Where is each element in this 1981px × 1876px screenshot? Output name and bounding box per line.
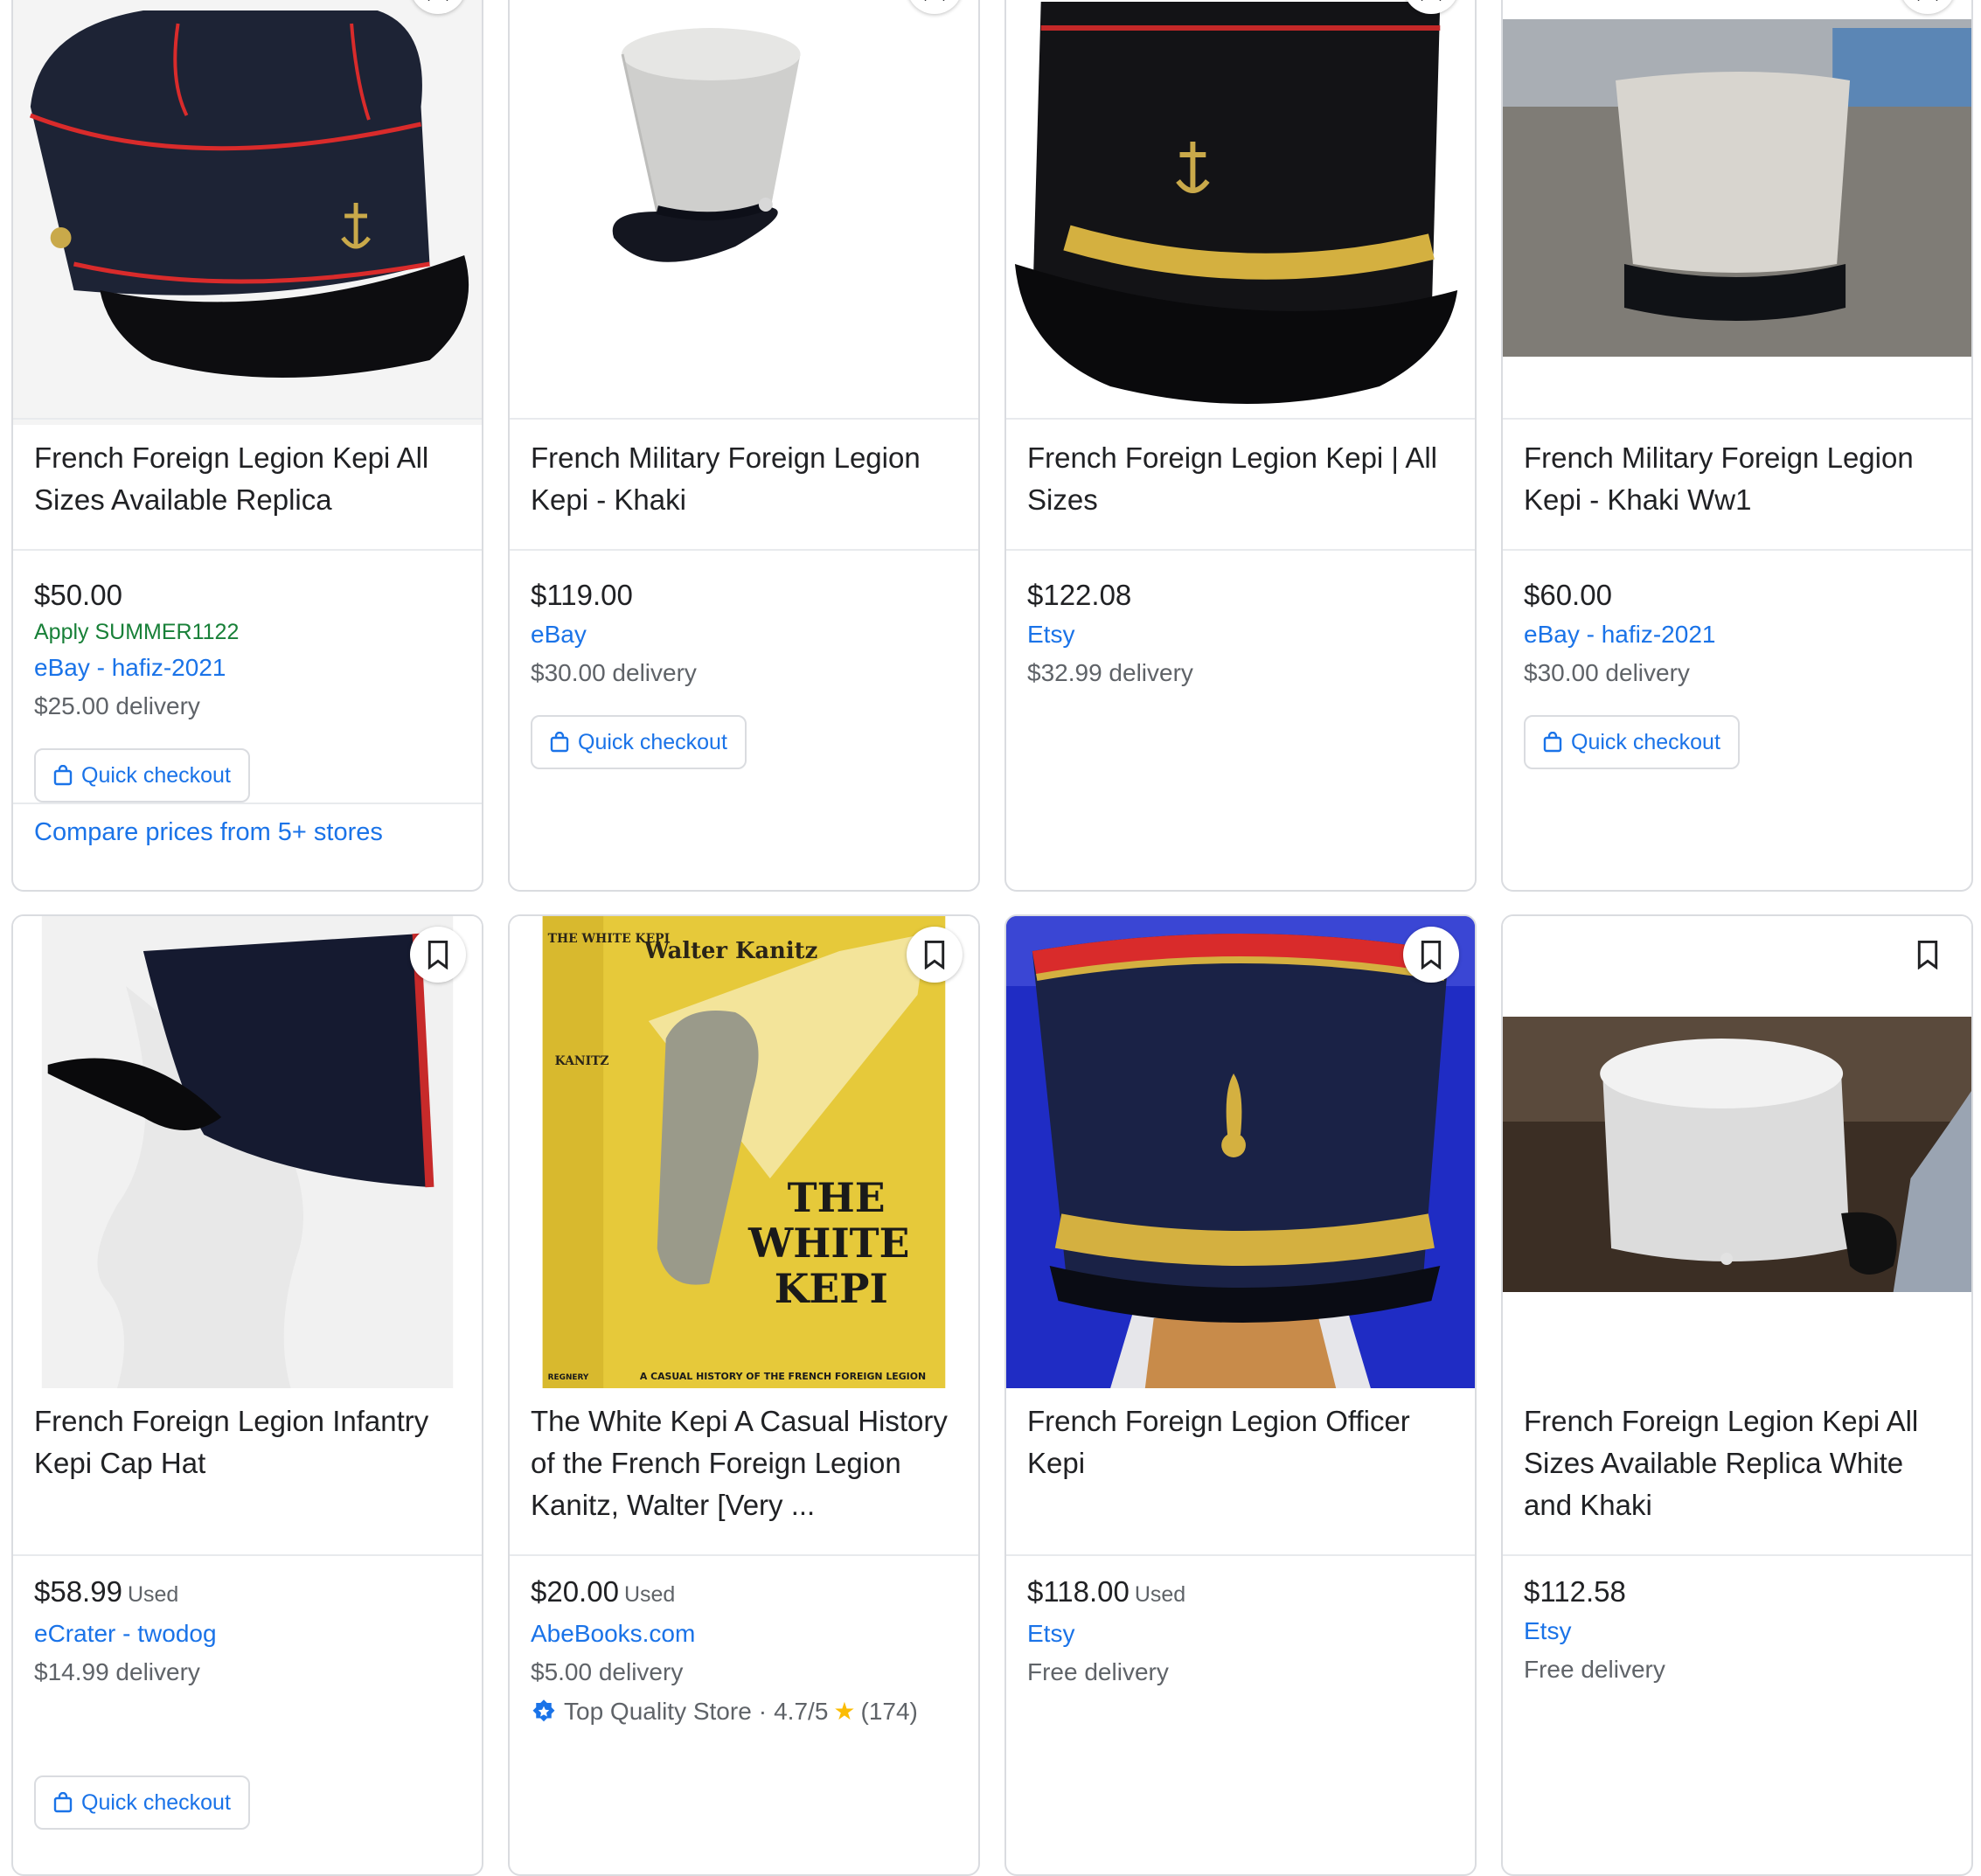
product-price: $118.00 bbox=[1027, 1575, 1130, 1608]
product-title[interactable]: The White Kepi A Casual History of the F… bbox=[510, 1388, 978, 1554]
bookmark-icon bbox=[1917, 0, 1938, 1]
book-spine-author: KANITZ bbox=[555, 1054, 609, 1068]
book-title-line-1: THE bbox=[788, 1174, 886, 1221]
shopping-bag-icon bbox=[53, 1792, 73, 1813]
divider bbox=[13, 549, 482, 551]
quick-checkout-label: Quick checkout bbox=[81, 762, 231, 788]
product-price: $58.99 bbox=[34, 1575, 122, 1608]
seller-link[interactable]: eCrater - twodog bbox=[34, 1615, 461, 1653]
product-title[interactable]: French Foreign Legion Kepi | All Sizes bbox=[1006, 418, 1475, 549]
divider bbox=[1503, 1554, 1971, 1556]
product-title[interactable]: French Military Foreign Legion Kepi - Kh… bbox=[1503, 418, 1971, 549]
product-title[interactable]: French Military Foreign Legion Kepi - Kh… bbox=[510, 418, 978, 549]
store-badge-label: Top Quality Store bbox=[564, 1698, 752, 1725]
divider bbox=[510, 1554, 978, 1556]
book-spine-title: THE WHITE KEPI bbox=[548, 932, 670, 946]
product-image[interactable] bbox=[13, 916, 482, 1388]
bookmark-button[interactable] bbox=[907, 927, 963, 983]
delivery-cost: $30.00 delivery bbox=[1524, 659, 1690, 686]
product-image[interactable] bbox=[1503, 0, 1971, 425]
compare-prices-link[interactable]: Compare prices from 5+ stores bbox=[13, 803, 482, 890]
product-image[interactable] bbox=[1006, 916, 1475, 1388]
product-price: $119.00 bbox=[531, 579, 633, 611]
product-price: $60.00 bbox=[1524, 579, 1612, 611]
condition-label: Used bbox=[1134, 1582, 1186, 1607]
bookmark-button[interactable] bbox=[410, 927, 466, 983]
shopping-bag-icon bbox=[550, 732, 569, 753]
seller-link[interactable]: AbeBooks.com bbox=[531, 1615, 957, 1653]
delivery-cost: $14.99 delivery bbox=[34, 1658, 200, 1685]
bookmark-button[interactable] bbox=[1403, 927, 1459, 983]
bookmark-icon bbox=[1421, 940, 1442, 969]
quick-checkout-button[interactable]: Quick checkout bbox=[34, 1775, 250, 1830]
divider bbox=[510, 549, 978, 551]
bookmark-icon bbox=[924, 0, 945, 1]
bookmark-icon bbox=[427, 0, 448, 1]
product-image[interactable] bbox=[1503, 916, 1971, 1388]
shopping-bag-icon bbox=[53, 765, 73, 786]
product-card[interactable]: French Foreign Legion Kepi | All Sizes $… bbox=[1004, 0, 1477, 892]
seller-link[interactable]: Etsy bbox=[1524, 1612, 1950, 1650]
store-rating[interactable]: Top Quality Store · 4.7/5 ★ (174) bbox=[531, 1692, 957, 1732]
quick-checkout-label: Quick checkout bbox=[81, 1789, 231, 1815]
delivery-cost: $25.00 delivery bbox=[34, 692, 200, 719]
product-image[interactable]: Walter Kanitz THE WHITE KEPI KANITZ THE … bbox=[510, 916, 978, 1388]
seller-link[interactable]: Etsy bbox=[1027, 615, 1454, 654]
bookmark-button[interactable] bbox=[1900, 927, 1956, 983]
divider bbox=[1503, 549, 1971, 551]
shopping-bag-icon bbox=[1543, 732, 1562, 753]
product-title[interactable]: French Foreign Legion Infantry Kepi Cap … bbox=[13, 1388, 482, 1554]
product-card[interactable]: Walter Kanitz THE WHITE KEPI KANITZ THE … bbox=[508, 914, 980, 1876]
delivery-cost: Free delivery bbox=[1027, 1658, 1169, 1685]
star-icon: ★ bbox=[833, 1698, 856, 1725]
promo-code: Apply SUMMER1122 bbox=[34, 620, 240, 644]
condition-label: Used bbox=[623, 1582, 676, 1607]
book-title-line-2: WHITE bbox=[747, 1219, 909, 1267]
separator-dot: · bbox=[758, 1698, 768, 1725]
product-image[interactable] bbox=[13, 0, 482, 425]
product-price: $20.00 bbox=[531, 1575, 619, 1608]
delivery-cost: $32.99 delivery bbox=[1027, 659, 1193, 686]
divider bbox=[1006, 1554, 1475, 1556]
product-card[interactable]: French Foreign Legion Kepi All Sizes Ava… bbox=[1501, 914, 1973, 1876]
book-subtitle: A CASUAL HISTORY OF THE FRENCH FOREIGN L… bbox=[640, 1371, 926, 1382]
delivery-cost: $5.00 delivery bbox=[531, 1658, 684, 1685]
quick-checkout-button[interactable]: Quick checkout bbox=[34, 748, 250, 803]
divider bbox=[1006, 549, 1475, 551]
rating-value: 4.7/5 bbox=[774, 1698, 829, 1725]
product-price: $50.00 bbox=[34, 579, 122, 611]
verified-badge-icon bbox=[532, 1699, 555, 1722]
bookmark-icon bbox=[924, 940, 945, 969]
seller-link[interactable]: eBay - hafiz-2021 bbox=[1524, 615, 1950, 654]
quick-checkout-button[interactable]: Quick checkout bbox=[1524, 715, 1740, 769]
review-count: (174) bbox=[860, 1698, 918, 1725]
book-title-line-3: KEPI bbox=[775, 1265, 888, 1312]
product-card[interactable]: French Military Foreign Legion Kepi - Kh… bbox=[1501, 0, 1973, 892]
product-price: $122.08 bbox=[1027, 579, 1132, 611]
product-card[interactable]: French Foreign Legion Officer Kepi $118.… bbox=[1004, 914, 1477, 1876]
delivery-cost: Free delivery bbox=[1524, 1656, 1665, 1683]
book-publisher: REGNERY bbox=[548, 1373, 589, 1382]
product-title[interactable]: French Foreign Legion Kepi All Sizes Ava… bbox=[1503, 1388, 1971, 1554]
product-image[interactable] bbox=[1006, 0, 1475, 425]
product-price: $112.58 bbox=[1524, 1575, 1626, 1608]
seller-link[interactable]: eBay bbox=[531, 615, 957, 654]
seller-link[interactable]: Etsy bbox=[1027, 1615, 1454, 1653]
product-card[interactable]: French Military Foreign Legion Kepi - Kh… bbox=[508, 0, 980, 892]
quick-checkout-label: Quick checkout bbox=[1571, 729, 1720, 754]
quick-checkout-label: Quick checkout bbox=[578, 729, 727, 754]
divider bbox=[13, 1554, 482, 1556]
product-title[interactable]: French Foreign Legion Officer Kepi bbox=[1006, 1388, 1475, 1554]
product-card[interactable]: French Foreign Legion Kepi All Sizes Ava… bbox=[11, 0, 483, 892]
quick-checkout-button[interactable]: Quick checkout bbox=[531, 715, 747, 769]
delivery-cost: $30.00 delivery bbox=[531, 659, 697, 686]
condition-label: Used bbox=[127, 1582, 179, 1607]
seller-link[interactable]: eBay - hafiz-2021 bbox=[34, 649, 461, 687]
bookmark-icon bbox=[427, 940, 448, 969]
product-card[interactable]: French Foreign Legion Infantry Kepi Cap … bbox=[11, 914, 483, 1876]
bookmark-icon bbox=[1421, 0, 1442, 1]
product-title[interactable]: French Foreign Legion Kepi All Sizes Ava… bbox=[13, 418, 482, 549]
bookmark-icon bbox=[1917, 940, 1938, 969]
product-image[interactable] bbox=[510, 0, 978, 425]
